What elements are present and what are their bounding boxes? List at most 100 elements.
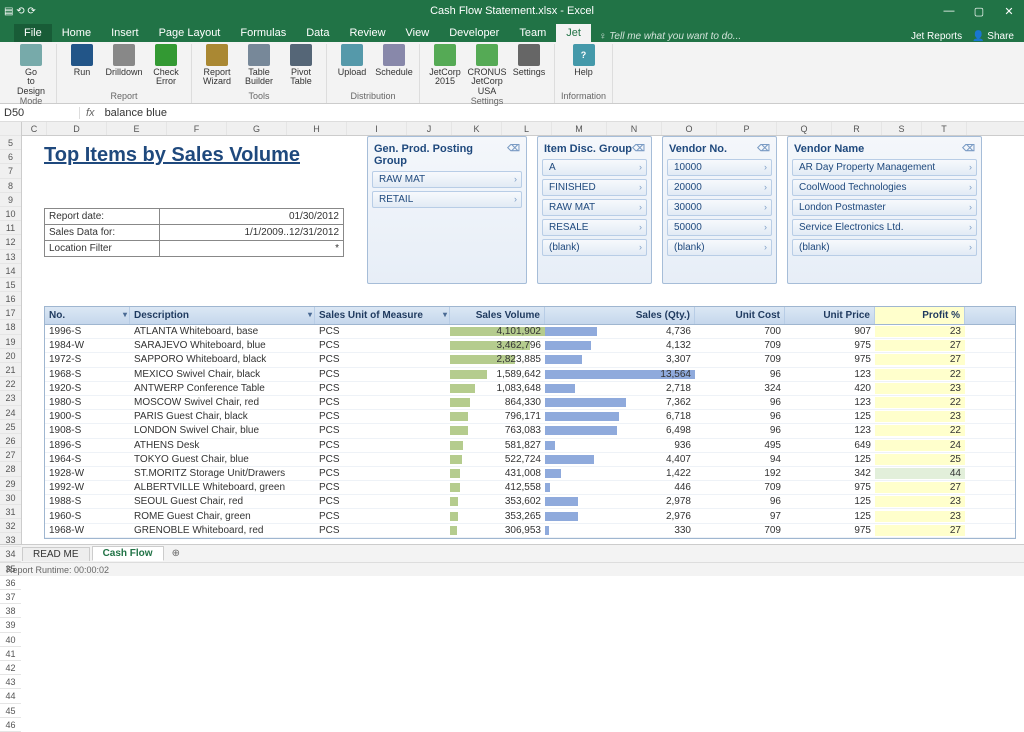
column-header[interactable]: Description▾ [130,307,315,324]
worksheet[interactable]: 5678910111213141516171819202122232425262… [0,122,1024,544]
tab-review[interactable]: Review [339,24,395,42]
column-header[interactable]: No.▾ [45,307,130,324]
share-button[interactable]: 👤 Share [972,31,1014,42]
table-row[interactable]: 1920-SANTWERP Conference TablePCS1,083,6… [45,382,1015,396]
row-headers[interactable]: 5678910111213141516171819202122232425262… [0,122,22,544]
column-header[interactable]: Sales Unit of Measure▾ [315,307,450,324]
sheet-tab[interactable]: READ ME [22,547,90,561]
table-row[interactable]: 1968-WGRENOBLE Whiteboard, redPCS306,953… [45,524,1015,538]
table-row[interactable]: 1900-SPARIS Guest Chair, blackPCS796,171… [45,410,1015,424]
go-to-design-button[interactable]: Goto Design [12,44,50,96]
tab-page-layout[interactable]: Page Layout [149,24,231,42]
slicer-item[interactable]: RETAIL [372,191,522,208]
settings-button[interactable]: Settings [510,44,548,96]
ribbon-tabs: FileHomeInsertPage LayoutFormulasDataRev… [0,22,1024,42]
add-sheet-button[interactable]: ⊕ [166,548,186,559]
schedule-button[interactable]: Schedule [375,44,413,77]
sheet-tabs[interactable]: READ MECash Flow⊕ [0,544,1024,562]
table-row[interactable]: 1960-SROME Guest Chair, greenPCS353,2652… [45,509,1015,523]
drilldown-button[interactable]: Drilldown [105,44,143,87]
pivot-table-button[interactable]: PivotTable [282,44,320,87]
slicer-item[interactable]: A [542,159,647,176]
upload-button[interactable]: Upload [333,44,371,77]
tab-team[interactable]: Team [509,24,556,42]
jet-reports-link[interactable]: Jet Reports [911,31,962,42]
tab-developer[interactable]: Developer [439,24,509,42]
slicer-item[interactable]: (blank) [542,239,647,256]
meta-label: Sales Data for: [45,225,160,240]
tab-view[interactable]: View [396,24,440,42]
table-row[interactable]: 1980-SMOSCOW Swivel Chair, redPCS864,330… [45,396,1015,410]
column-header[interactable]: Sales (Qty.) [545,307,695,324]
sheet-tab[interactable]: Cash Flow [92,546,164,561]
tell-me[interactable]: ♀ Tell me what you want to do... [599,31,741,42]
table-row[interactable]: 1928-WST.MORITZ Storage Unit/DrawersPCS4… [45,467,1015,481]
run-button[interactable]: Run [63,44,101,87]
slicer-item[interactable]: FINISHED [542,179,647,196]
wiz-icon [206,44,228,66]
title-bar: ▤ ⟲ ⟳ Cash Flow Statement.xlsx - Excel —… [0,0,1024,22]
slicer-item[interactable]: 50000 [667,219,772,236]
tab-home[interactable]: Home [52,24,101,42]
slicer-item[interactable]: RAW MAT [542,199,647,216]
filter-dropdown-icon[interactable]: ▾ [123,310,127,319]
clear-filter-icon[interactable]: ⌫ [632,143,645,155]
table-builder-button[interactable]: TableBuilder [240,44,278,87]
data-table[interactable]: No.▾Description▾Sales Unit of Measure▾Sa… [44,306,1016,539]
table-row[interactable]: 1996-SATLANTA Whiteboard, basePCS4,101,9… [45,325,1015,339]
slicer-item[interactable]: (blank) [667,239,772,256]
column-header[interactable]: Sales Volume [450,307,545,324]
table-row[interactable]: 1992-WALBERTVILLE Whiteboard, greenPCS41… [45,481,1015,495]
column-header[interactable]: Profit % [875,307,965,324]
slicer-item[interactable]: Service Electronics Ltd. [792,219,977,236]
clear-filter-icon[interactable]: ⌫ [507,143,520,167]
slicer-item[interactable]: CoolWood Technologies [792,179,977,196]
slicer-item[interactable]: 10000 [667,159,772,176]
table-header[interactable]: No.▾Description▾Sales Unit of Measure▾Sa… [45,307,1015,325]
table-row[interactable]: 1964-STOKYO Guest Chair, bluePCS522,7244… [45,453,1015,467]
table-row[interactable]: 1968-SMEXICO Swivel Chair, blackPCS1,589… [45,368,1015,382]
cronus-jetcorp-usa-button[interactable]: CRONUSJetCorp USA [468,44,506,96]
qat[interactable]: ▤ ⟲ ⟳ [4,6,36,17]
jetcorp-2015-button[interactable]: JetCorp2015 [426,44,464,96]
filter-dropdown-icon[interactable]: ▾ [308,310,312,319]
tab-insert[interactable]: Insert [101,24,149,42]
table-row[interactable]: 1896-SATHENS DeskPCS581,82793649564924 [45,439,1015,453]
filter-dropdown-icon[interactable]: ▾ [443,310,447,319]
table-row[interactable]: 1972-SSAPPORO Whiteboard, blackPCS2,823,… [45,353,1015,367]
name-box[interactable]: D50 [0,107,80,119]
slicer-item[interactable]: AR Day Property Management [792,159,977,176]
tab-file[interactable]: File [14,24,52,42]
table-row[interactable]: 1908-SLONDON Swivel Chair, bluePCS763,08… [45,424,1015,438]
slicer-item[interactable]: 20000 [667,179,772,196]
minimize-button[interactable]: — [934,5,964,18]
clear-filter-icon[interactable]: ⌫ [962,143,975,155]
slicer-item[interactable]: 30000 [667,199,772,216]
cells-area[interactable]: Top Items by Sales Volume Report date:01… [22,136,1024,544]
slicer-item[interactable]: London Postmaster [792,199,977,216]
slicer-vendor-no[interactable]: Vendor No.⌫10000200003000050000(blank) [662,136,777,284]
slicer-item[interactable]: (blank) [792,239,977,256]
fx-icon[interactable]: fx [80,107,101,119]
maximize-button[interactable]: ▢ [964,5,994,18]
table-row[interactable]: 1988-SSEOUL Guest Chair, redPCS353,6022,… [45,495,1015,509]
formula-bar: D50 fx balance blue [0,104,1024,122]
slicer-vendor-name[interactable]: Vendor Name⌫AR Day Property ManagementCo… [787,136,982,284]
column-header[interactable]: Unit Cost [695,307,785,324]
slicer-disc-group[interactable]: Item Disc. Group⌫AFINISHEDRAW MATRESALE(… [537,136,652,284]
formula-input[interactable]: balance blue [101,107,1024,119]
tab-jet[interactable]: Jet [556,24,591,42]
slicer-item[interactable]: RAW MAT [372,171,522,188]
column-header[interactable]: Unit Price [785,307,875,324]
slicer-item[interactable]: RESALE [542,219,647,236]
slicer-posting-group[interactable]: Gen. Prod. Posting Group⌫RAW MATRETAIL [367,136,527,284]
column-headers[interactable]: CDEFGHIJKLMNOPQRST [22,122,1024,136]
report-wizard-button[interactable]: ReportWizard [198,44,236,87]
clear-filter-icon[interactable]: ⌫ [757,143,770,155]
tab-formulas[interactable]: Formulas [230,24,296,42]
check-error-button[interactable]: CheckError [147,44,185,87]
close-button[interactable]: ✕ [994,5,1024,18]
tab-data[interactable]: Data [296,24,339,42]
help-button[interactable]: ?Help [565,44,603,77]
table-row[interactable]: 1984-WSARAJEVO Whiteboard, bluePCS3,462,… [45,339,1015,353]
